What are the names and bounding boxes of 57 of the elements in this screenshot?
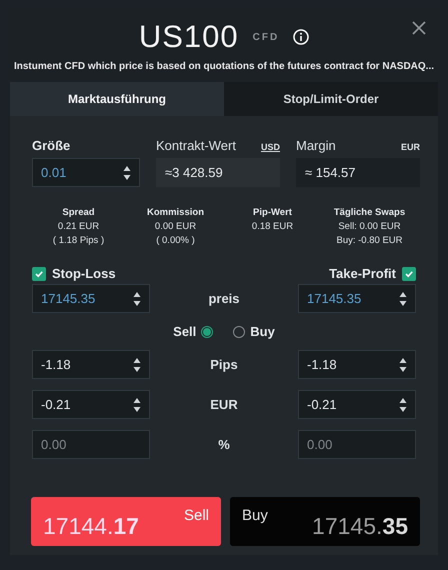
checkbox[interactable] — [32, 266, 46, 280]
stat-value: ( 1.18 Pips ) — [52, 235, 104, 246]
spinner-icon[interactable] — [133, 290, 141, 306]
sell-button[interactable]: 17144.17 Sell — [31, 497, 221, 546]
spinner-icon[interactable] — [133, 396, 141, 412]
field-label: Größe — [32, 138, 70, 153]
row-label: % — [217, 437, 231, 452]
stat-value: 0.18 EUR — [252, 221, 294, 232]
take-profit-input-field[interactable]: 17145.35 — [298, 284, 416, 313]
stop-loss-input-field[interactable]: 0.00 — [32, 430, 150, 459]
stat-label: Tägliche Swaps — [334, 207, 406, 218]
checkbox-label: Stop-Loss — [52, 266, 116, 281]
spinner-icon[interactable] — [399, 396, 407, 412]
checkbox-label: Take-Profit — [329, 266, 396, 281]
spinner-icon[interactable] — [399, 290, 407, 306]
stat-value: 0.21 EUR — [58, 221, 100, 232]
stop-loss-input-field[interactable]: -0.21 — [32, 390, 150, 419]
field-label: Kontrakt-Wert — [156, 138, 236, 153]
row-label: preis — [207, 291, 241, 306]
dialog-title: US100 — [138, 19, 239, 55]
stat-value: Sell: 0.00 EUR — [338, 221, 401, 232]
radio-icon[interactable] — [201, 326, 214, 338]
instrument-description: Instument CFD which price is based on quotations of the futures contract for NASDAQ... — [14, 61, 434, 72]
take-profit-input-field[interactable]: -1.18 — [298, 350, 416, 379]
radio-option[interactable]: Sell — [173, 324, 214, 339]
radio-icon[interactable] — [233, 326, 246, 338]
margin-field: ≈ 154.57 — [296, 158, 420, 187]
tab[interactable]: Stop/Limit-Order — [224, 82, 438, 116]
stat-label: Pip-Wert — [253, 207, 292, 218]
stat-label: Spread — [62, 207, 95, 218]
row-label: EUR — [209, 397, 239, 412]
stat-value: 0.00 EUR — [154, 221, 196, 232]
stat-value: Buy: -0.80 EUR — [336, 235, 402, 246]
row-label: Pips — [209, 357, 239, 372]
check-icon — [404, 268, 414, 278]
tab[interactable]: Marktausführung — [10, 82, 224, 116]
radio-option[interactable]: Buy — [233, 324, 275, 339]
check-icon — [34, 268, 44, 278]
take-profit-input-field[interactable]: -0.21 — [298, 390, 416, 419]
size-input-field[interactable]: 0.01 — [32, 158, 140, 187]
contract-value-field: ≈3 428.59 — [156, 158, 280, 187]
field-label: Margin — [296, 138, 336, 153]
info-icon[interactable] — [293, 29, 310, 45]
stat-value: ( 0.00% ) — [156, 235, 195, 246]
currency-link[interactable]: USD — [260, 142, 280, 152]
stat-label: Kommission — [146, 207, 204, 218]
spinner-icon[interactable] — [123, 164, 131, 180]
buy-button[interactable]: Buy 17145.35 — [230, 497, 420, 546]
checkbox[interactable] — [402, 266, 416, 280]
instrument-type-label: CFD — [252, 32, 280, 42]
spinner-icon[interactable] — [399, 356, 407, 372]
stop-loss-input-field[interactable]: 17145.35 — [32, 284, 150, 313]
currency-label: EUR — [400, 142, 420, 152]
take-profit-input-field[interactable]: 0.00 — [298, 430, 416, 459]
spinner-icon[interactable] — [133, 356, 141, 372]
close-icon[interactable] — [412, 21, 426, 35]
stop-loss-input-field[interactable]: -1.18 — [32, 350, 150, 379]
